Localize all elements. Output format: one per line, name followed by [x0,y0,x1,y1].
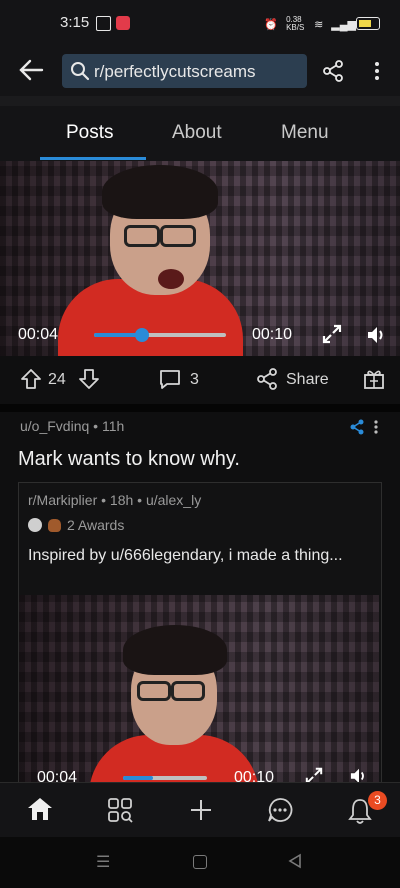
video-glasses-right [160,225,196,247]
more-options-icon[interactable] [370,60,384,82]
system-back-icon[interactable] [288,853,302,869]
create-post-icon[interactable] [189,798,213,822]
comment-icon[interactable] [158,368,182,390]
status-time: 3:15 [60,14,90,31]
crosspost-text: Inspired by u/666legendary, i made a thi… [28,547,343,564]
poop-award-icon [48,518,61,532]
share-icon[interactable] [322,60,344,82]
crosspost-meta[interactable]: r/Markiplier • 18h • u/alex_ly [28,492,201,508]
home-icon[interactable] [26,796,54,822]
active-tab-indicator [40,157,146,160]
video-current-time: 00:04 [37,769,78,782]
post-meta[interactable]: u/o_Fvdinq • 11h [20,418,124,434]
tab-posts[interactable]: Posts [66,122,114,144]
recent-apps-icon[interactable]: ☰ [96,852,110,872]
video-person-hair [102,165,218,219]
share-post-icon[interactable] [256,368,278,390]
back-arrow-icon[interactable] [18,58,44,82]
video-seekbar-handle[interactable] [135,328,149,342]
app-notification-icon-red [116,16,130,30]
upvote-icon[interactable] [20,368,42,390]
video-person-hair [123,625,227,675]
battery-icon [356,17,380,30]
awards-row: 2 Awards [28,517,124,533]
video-current-time: 00:04 [18,326,59,343]
tab-menu[interactable]: Menu [281,122,329,144]
system-home-icon[interactable] [193,855,207,869]
fullscreen-icon[interactable] [322,324,342,344]
silver-award-icon [28,518,42,532]
search-icon [70,61,90,81]
volume-icon[interactable] [366,325,388,345]
alarm-icon: ⏰ [264,18,279,31]
crosspost-share-icon[interactable] [350,419,364,435]
share-label[interactable]: Share [286,371,329,389]
video-glasses-right [171,681,205,701]
tab-about[interactable]: About [172,122,222,144]
video-end-time: 00:10 [252,326,293,343]
network-speed: 0.38 KB/S [286,15,305,32]
downvote-icon[interactable] [78,368,100,390]
video-end-time: 00:10 [234,769,275,782]
post-more-icon[interactable] [372,419,380,435]
vote-count: 24 [48,371,66,388]
comment-count: 3 [190,371,199,388]
collapsed-header-strip [0,96,400,106]
video-glasses-left [124,225,160,247]
chat-icon[interactable] [266,796,294,824]
video-seekbar-progress [123,776,153,780]
award-gift-icon[interactable] [362,367,386,391]
awards-count: 2 Awards [67,517,125,533]
notification-badge: 3 [368,791,387,810]
post-title[interactable]: Mark wants to know why. [18,448,240,471]
video-glasses-left [137,681,171,701]
app-notification-icon [96,16,111,31]
communities-icon[interactable] [107,797,133,823]
wifi-icon: ≋ [314,18,324,31]
signal-icon: ▂▄▆ [331,18,356,31]
volume-icon[interactable] [349,767,369,782]
search-query: r/perfectlycutscreams [94,62,256,81]
crosspost-video-player[interactable]: 00:04 00:10 [19,595,379,782]
fullscreen-icon[interactable] [305,767,323,782]
status-icons: ⏰ 0.38 KB/S ≋ ▂▄▆ [264,16,356,32]
video-person-mouth [158,269,184,289]
video-player[interactable]: 00:04 00:10 [0,161,400,356]
